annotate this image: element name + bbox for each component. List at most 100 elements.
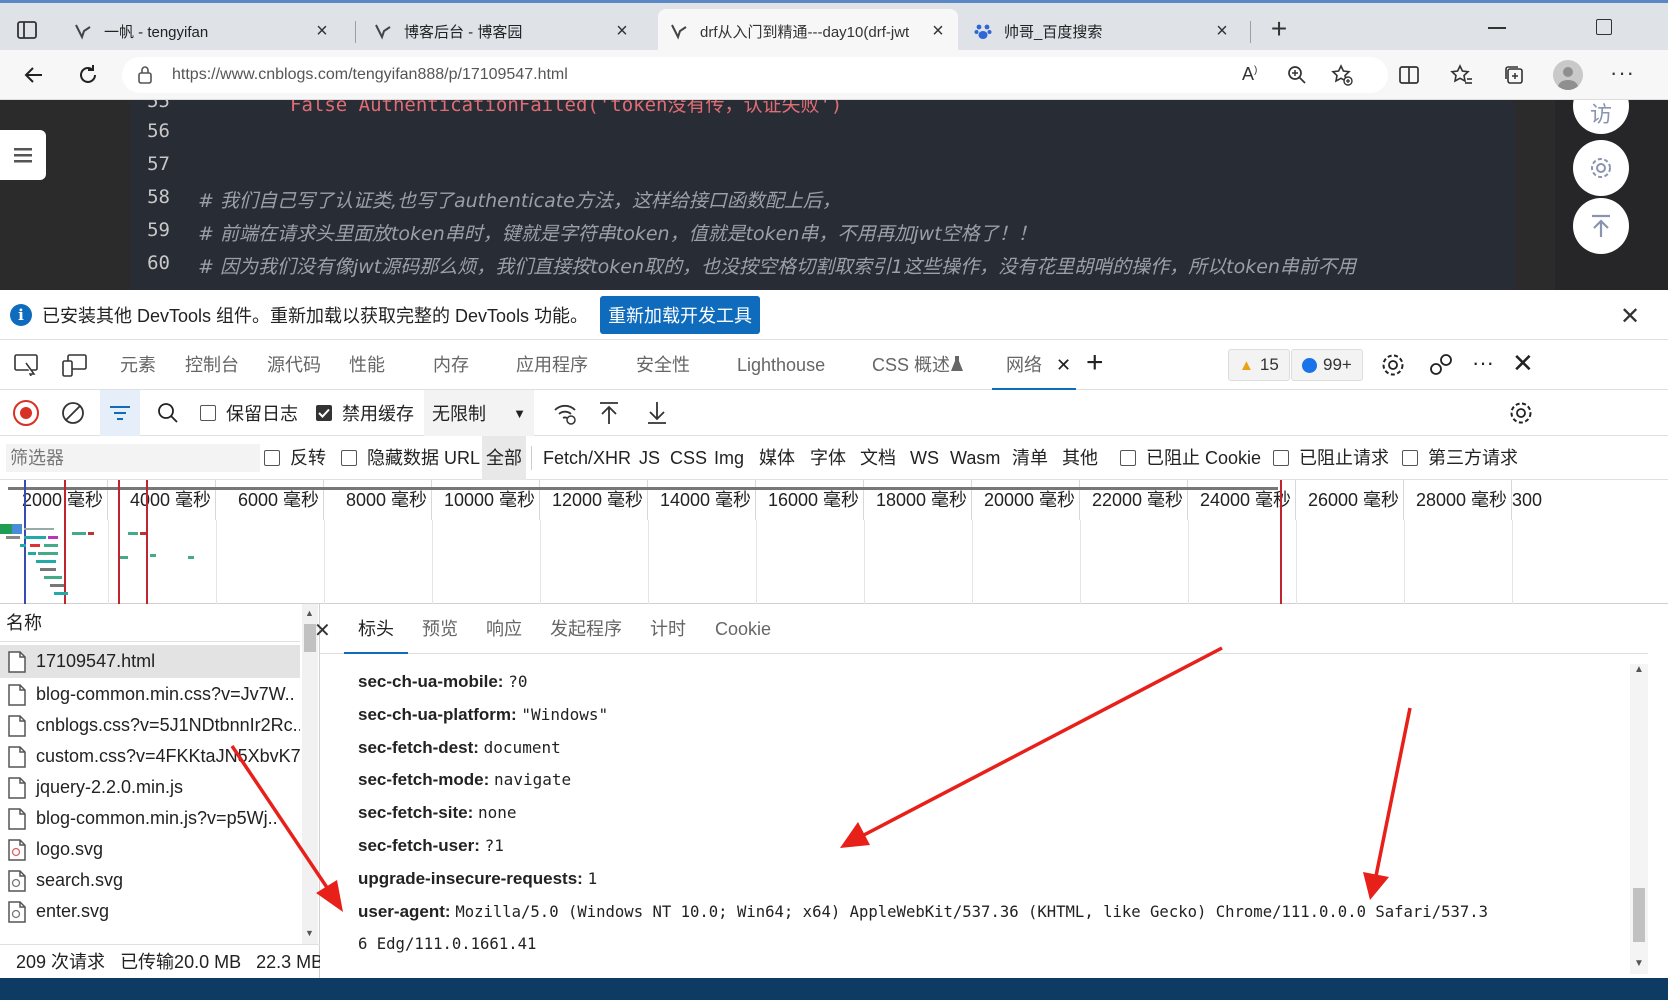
split-screen-icon[interactable] <box>1398 64 1420 86</box>
collections-icon[interactable] <box>1502 63 1526 87</box>
record-button[interactable] <box>12 390 40 436</box>
tab-sources[interactable]: 源代码 <box>267 340 321 390</box>
warnings-badge[interactable]: ▲ 15 <box>1228 349 1290 381</box>
request-row[interactable]: search.svg <box>0 864 300 897</box>
type-filter-font[interactable]: 字体 <box>810 436 846 480</box>
close-tab-icon[interactable]: × <box>1212 20 1232 43</box>
tab-css-overview[interactable]: CSS 概述 <box>872 340 950 390</box>
tab-network[interactable]: 网络 ✕ <box>992 340 1076 390</box>
network-timeline-overview[interactable]: 2000 毫秒 4000 毫秒 6000 毫秒 8000 毫秒 10000 毫秒… <box>0 480 1668 604</box>
url-field[interactable]: https://www.cnblogs.com/tengyifan888/p/1… <box>122 57 1388 93</box>
timeline-selection-bar[interactable] <box>8 487 1278 490</box>
tab-preview[interactable]: 预览 <box>422 604 458 654</box>
menu-icon[interactable] <box>0 130 46 180</box>
minimize-window-icon[interactable] <box>1488 27 1506 29</box>
request-row[interactable]: blog-common.min.css?v=Jv7W.. <box>0 678 300 711</box>
requests-scrollbar[interactable]: ▲ ▼ <box>302 604 318 944</box>
request-row[interactable]: custom.css?v=4FKKtaJN5XbvK7.. <box>0 740 300 773</box>
tab-elements[interactable]: 元素 <box>120 340 156 390</box>
visit-button[interactable]: 访 <box>1573 100 1629 134</box>
type-filter-css[interactable]: CSS <box>670 436 707 480</box>
tab-memory[interactable]: 内存 <box>433 340 469 390</box>
refresh-button[interactable] <box>70 57 106 93</box>
import-har-icon[interactable] <box>598 390 620 436</box>
third-party-box[interactable] <box>1402 450 1418 466</box>
invert-checkbox[interactable]: 反转 <box>264 436 326 480</box>
close-tab-icon[interactable]: × <box>612 20 632 43</box>
network-conditions-icon[interactable] <box>552 390 578 436</box>
request-row[interactable]: blog-common.min.js?v=p5Wj.. <box>0 802 300 835</box>
disable-cache-box[interactable] <box>316 405 332 421</box>
scroll-up-arrow-icon[interactable]: ▲ <box>1634 664 1644 675</box>
filter-icon[interactable] <box>100 390 140 436</box>
tab-drf-article[interactable]: drf从入门到精通---day10(drf-jwt × <box>658 9 958 53</box>
customize-devtools-icon[interactable] <box>1428 352 1454 378</box>
tab-performance[interactable]: 性能 <box>349 340 385 390</box>
request-row[interactable]: 17109547.html <box>0 645 300 678</box>
close-detail-icon[interactable]: ✕ <box>314 618 331 643</box>
tab-response[interactable]: 响应 <box>486 604 522 654</box>
reload-devtools-button[interactable]: 重新加载开发工具 <box>600 295 761 334</box>
type-filter-manifest[interactable]: 清单 <box>1012 436 1048 480</box>
maximize-window-icon[interactable] <box>1596 19 1612 35</box>
filter-input[interactable]: 筛选器 <box>6 444 260 472</box>
scroll-down-arrow-icon[interactable]: ▼ <box>305 928 314 938</box>
blocked-requests-checkbox[interactable]: 已阻止请求 <box>1273 436 1389 480</box>
hide-data-urls-box[interactable] <box>341 450 357 466</box>
name-column-header[interactable]: 名称 <box>0 604 300 642</box>
devtools-settings-icon[interactable] <box>1380 352 1406 378</box>
close-devtools-icon[interactable]: ✕ <box>1512 348 1534 379</box>
hide-data-urls-checkbox[interactable]: 隐藏数据 URL <box>341 436 480 480</box>
invert-box[interactable] <box>264 450 280 466</box>
close-infobar-icon[interactable]: ✕ <box>1620 302 1640 331</box>
lock-icon[interactable] <box>136 65 156 85</box>
more-devtools-options-icon[interactable]: ··· <box>1472 350 1494 376</box>
settings-gear-button[interactable] <box>1573 140 1629 196</box>
type-filter-all[interactable]: 全部 <box>482 436 526 480</box>
blocked-cookies-box[interactable] <box>1120 450 1136 466</box>
clear-log-icon[interactable] <box>60 390 86 436</box>
tab-actions-icon[interactable] <box>16 19 38 41</box>
network-settings-icon[interactable] <box>1508 390 1534 436</box>
preserve-log-checkbox[interactable]: 保留日志 <box>200 390 298 436</box>
profile-avatar-icon[interactable] <box>1553 60 1583 90</box>
back-to-top-button[interactable] <box>1573 198 1629 254</box>
search-icon[interactable] <box>156 390 180 436</box>
tab-blog-admin[interactable]: 博客后台 - 博客园 × <box>362 9 642 53</box>
tab-headers[interactable]: 标头 <box>344 604 408 654</box>
close-tab-icon[interactable]: × <box>928 20 948 43</box>
request-row[interactable]: jquery-2.2.0.min.js <box>0 771 300 804</box>
type-filter-img[interactable]: Img <box>714 436 744 480</box>
third-party-checkbox[interactable]: 第三方请求 <box>1402 436 1518 480</box>
type-filter-other[interactable]: 其他 <box>1062 436 1098 480</box>
tab-application[interactable]: 应用程序 <box>516 340 588 390</box>
type-filter-fetch-xhr[interactable]: Fetch/XHR <box>543 436 631 480</box>
request-row[interactable]: logo.svg <box>0 833 300 866</box>
tab-baidu-search[interactable]: 帅哥_百度搜索 × <box>962 9 1242 53</box>
blocked-requests-box[interactable] <box>1273 450 1289 466</box>
type-filter-doc[interactable]: 文档 <box>860 436 896 480</box>
zoom-icon[interactable] <box>1286 64 1308 86</box>
read-aloud-icon[interactable]: A) <box>1242 64 1257 85</box>
messages-badge[interactable]: 99+ <box>1291 349 1363 381</box>
favorites-icon[interactable] <box>1450 63 1474 87</box>
type-filter-ws[interactable]: WS <box>910 436 939 480</box>
throttling-select[interactable]: 无限制 ▼ <box>424 390 534 436</box>
back-button[interactable] <box>16 57 52 93</box>
tab-cookies[interactable]: Cookie <box>715 604 771 654</box>
scroll-down-arrow-icon[interactable]: ▼ <box>1634 958 1644 969</box>
close-network-tab-icon[interactable]: ✕ <box>1056 355 1071 375</box>
new-tab-button[interactable]: + <box>1264 15 1294 45</box>
detail-scrollbar[interactable]: ▲ ▼ <box>1630 664 1648 974</box>
tab-timing[interactable]: 计时 <box>650 604 686 654</box>
type-filter-js[interactable]: JS <box>639 436 660 480</box>
inspect-element-icon[interactable] <box>14 354 40 376</box>
scrollbar-thumb[interactable] <box>1633 888 1645 942</box>
close-tab-icon[interactable]: × <box>312 20 332 43</box>
tab-security[interactable]: 安全性 <box>636 340 690 390</box>
blocked-cookies-checkbox[interactable]: 已阻止 Cookie <box>1120 436 1261 480</box>
scroll-up-arrow-icon[interactable]: ▲ <box>305 608 314 618</box>
request-row[interactable]: enter.svg <box>0 895 300 928</box>
tab-console[interactable]: 控制台 <box>185 340 239 390</box>
disable-cache-checkbox[interactable]: 禁用缓存 <box>316 390 414 436</box>
